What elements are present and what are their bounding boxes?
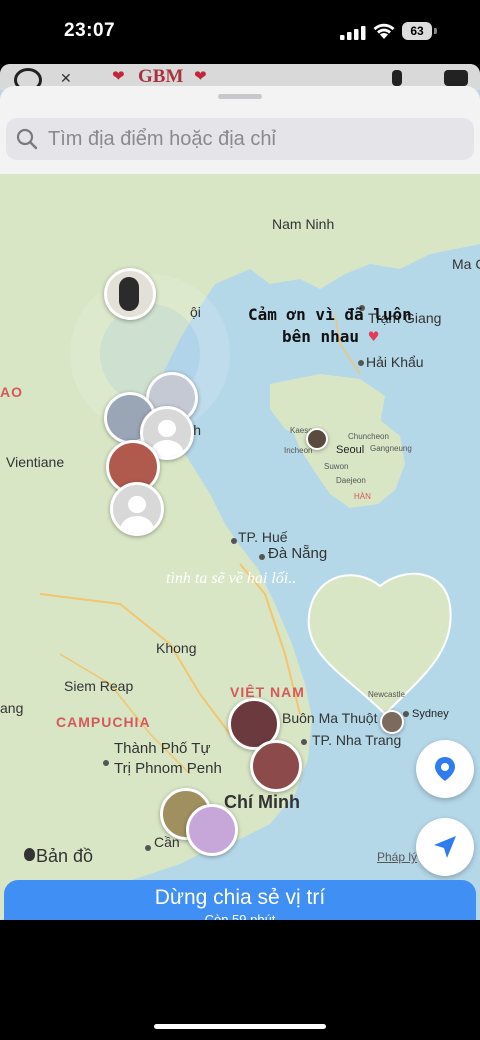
map-label-khong: Khong bbox=[156, 640, 197, 656]
stop-sharing-button[interactable]: Dừng chia sẻ vị trí Còn 59 phút bbox=[4, 880, 476, 920]
map-label-kr-chuncheon: Chuncheon bbox=[348, 432, 389, 441]
friend-avatar-hcm-2[interactable] bbox=[186, 804, 238, 856]
status-time: 23:07 bbox=[64, 20, 116, 41]
friend-avatar-vinh[interactable] bbox=[110, 482, 164, 536]
map-label-phnom-penh-1: Thành Phố Tự bbox=[114, 740, 211, 757]
battery-icon bbox=[434, 28, 437, 34]
lips-icon: ❤ bbox=[112, 68, 125, 85]
map-label-phnom-penh-2: Trị Phnom Penh bbox=[114, 760, 222, 777]
brand-text: GBM bbox=[138, 66, 184, 87]
chat-icon bbox=[444, 70, 468, 86]
bow-icon: ✕ bbox=[60, 70, 72, 86]
heart-icon: ♥ bbox=[359, 327, 379, 346]
friend-photo bbox=[119, 277, 139, 311]
map-label-ao: AO bbox=[0, 384, 23, 400]
handwritten-caption: tình ta sẽ về hai lối.. bbox=[166, 570, 297, 587]
map-label-campuchia: CAMPUCHIA bbox=[56, 714, 151, 730]
maps-brand: Bản đồ bbox=[36, 846, 94, 866]
friend-avatar-sydney[interactable] bbox=[380, 710, 404, 734]
map-label-seoul: Seoul bbox=[336, 444, 365, 456]
current-location-button[interactable] bbox=[416, 818, 474, 876]
map-label-kr-gangneung: Gangneung bbox=[370, 444, 412, 453]
stop-sharing-sublabel: Còn 59 phút bbox=[204, 912, 276, 920]
map-label-siem-reap: Siem Reap bbox=[64, 678, 134, 694]
search-icon bbox=[16, 128, 38, 150]
map-label-hoi: ội bbox=[190, 304, 201, 320]
map-label-kr-suwon: Suwon bbox=[324, 462, 349, 471]
sheet-grabber[interactable] bbox=[218, 94, 262, 99]
map-label-viet-nam: VIỆT NAM bbox=[230, 684, 305, 700]
legal-link[interactable]: Pháp lý bbox=[377, 850, 417, 864]
map-label-chi-minh: Chí Minh bbox=[224, 792, 300, 812]
map-label-vientiane: Vientiane bbox=[6, 454, 65, 470]
map-label-kr-daejeon: Daejeon bbox=[336, 476, 366, 485]
lips-icon-right: ❤ bbox=[194, 68, 207, 85]
map-label-sydney: Sydney bbox=[412, 708, 449, 720]
pin-location-button[interactable] bbox=[416, 740, 474, 798]
map-label-nha-trang: TP. Nha Trang bbox=[312, 732, 402, 748]
map-label-buon-ma-thuot: Buôn Ma Thuột bbox=[282, 710, 378, 726]
battery-level: 63 bbox=[402, 22, 432, 40]
apple-logo-icon bbox=[24, 848, 35, 861]
overlay-caption: Cảm ơn vì đã luôn bên nhau ♥ bbox=[248, 304, 412, 348]
stop-sharing-label: Dừng chia sẻ vị trí bbox=[154, 886, 326, 909]
pin-icon bbox=[435, 757, 455, 781]
wifi-icon bbox=[373, 23, 395, 39]
map-view[interactable]: Nam Ninh Ma C Trạm Giang Hải Khẩu AO ội … bbox=[0, 174, 480, 920]
status-bar: 23:07 63 bbox=[0, 0, 480, 64]
friend-avatar-nha-trang[interactable] bbox=[250, 740, 302, 792]
map-label-hai-khau: Hải Khẩu bbox=[366, 354, 424, 370]
location-arrow-icon bbox=[434, 836, 456, 858]
friend-avatar-north[interactable] bbox=[104, 268, 156, 320]
overlay-caption-line1: Cảm ơn vì đã luôn bbox=[248, 305, 412, 324]
cellular-signal-icon bbox=[340, 26, 366, 40]
friend-avatar-seoul[interactable] bbox=[306, 428, 328, 450]
overlay-caption-line2: bên nhau bbox=[282, 327, 360, 346]
search-bar[interactable]: Tìm địa điểm hoặc địa chỉ bbox=[6, 118, 474, 160]
map-label-kr-incheon: Incheon bbox=[284, 446, 313, 455]
map-label-ang: ang bbox=[0, 700, 24, 716]
map-label-nam-ninh: Nam Ninh bbox=[272, 216, 335, 232]
map-label-au-newcastle: Newcastle bbox=[368, 690, 405, 699]
map-label-hue: TP. Huế bbox=[238, 529, 288, 545]
map-label-ma-cao: Ma C bbox=[452, 256, 480, 272]
search-input[interactable]: Tìm địa điểm hoặc địa chỉ bbox=[48, 128, 276, 151]
home-indicator[interactable] bbox=[154, 1024, 326, 1029]
map-sheet: Tìm địa điểm hoặc địa chỉ Nam Ninh Ma Tr… bbox=[0, 86, 480, 920]
map-label-da-nang: Đà Nẵng bbox=[268, 545, 328, 562]
person-icon bbox=[392, 70, 402, 86]
app-screen: ✕ ❤ GBM ❤ Tìm địa điểm hoặc địa chỉ Nam … bbox=[0, 64, 480, 920]
map-label-han: HÀN bbox=[354, 492, 371, 501]
